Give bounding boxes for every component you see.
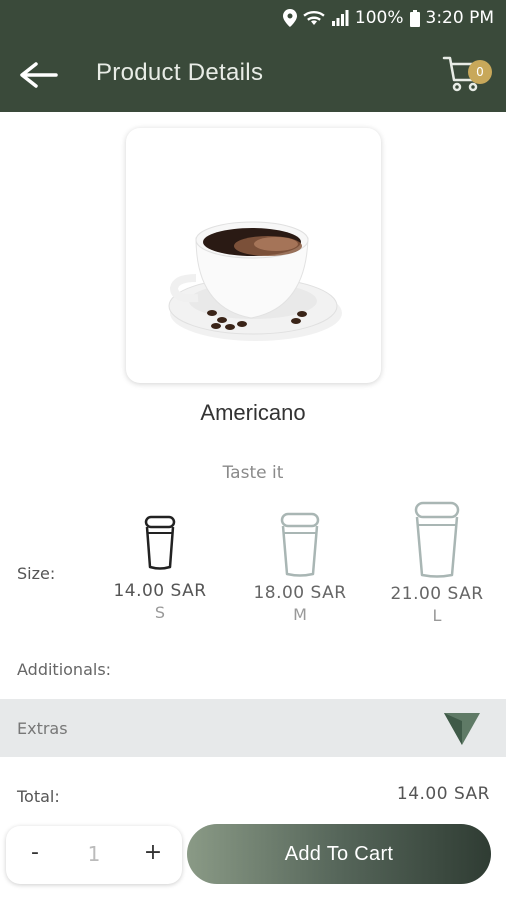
back-button[interactable] <box>18 60 60 90</box>
cup-large-icon <box>414 501 460 578</box>
extras-label: Extras <box>17 719 68 738</box>
battery-icon <box>409 9 420 27</box>
chevron-down-icon <box>444 713 480 745</box>
extras-dropdown[interactable]: Extras <box>0 699 506 757</box>
product-name: Americano <box>200 400 306 425</box>
signal-icon <box>331 10 349 26</box>
size-price: 21.00 SAR <box>390 584 484 604</box>
product-subtitle: Taste it <box>222 463 284 483</box>
size-label: Size: <box>17 564 56 583</box>
coffee-cup-image <box>168 221 342 341</box>
total-value: 14.00 SAR <box>396 784 490 804</box>
add-to-cart-button[interactable]: Add To Cart <box>187 824 491 884</box>
location-icon <box>282 9 297 27</box>
size-price: 14.00 SAR <box>113 581 207 601</box>
product-image-card <box>126 128 381 383</box>
clock: 3:20 PM <box>425 8 495 28</box>
wifi-icon <box>303 10 325 26</box>
size-option-l[interactable]: 21.00 SAR L <box>387 500 487 625</box>
battery-percent: 100% <box>354 8 404 28</box>
size-price: 18.00 SAR <box>253 583 347 603</box>
page-title: Product Details <box>96 59 264 86</box>
size-code: M <box>293 605 307 624</box>
size-option-m[interactable]: 18.00 SAR M <box>250 511 350 624</box>
quantity-stepper: - 1 + <box>6 826 182 884</box>
app-header: 100% 3:20 PM Product Details 0 <box>0 0 506 112</box>
cup-small-icon <box>144 515 176 570</box>
arrow-left-icon <box>20 62 58 88</box>
increase-quantity-button[interactable]: + <box>138 840 168 865</box>
cart-button[interactable]: 0 <box>442 54 492 94</box>
size-option-s[interactable]: 14.00 SAR S <box>112 515 208 622</box>
total-label: Total: <box>17 787 60 806</box>
app-bar: Product Details 0 <box>0 40 506 110</box>
additionals-label: Additionals: <box>17 660 112 679</box>
size-code: L <box>432 606 442 625</box>
cup-medium-icon <box>280 512 320 577</box>
status-bar: 100% 3:20 PM <box>0 0 506 36</box>
size-code: S <box>154 603 166 622</box>
cart-count-badge: 0 <box>468 60 492 84</box>
